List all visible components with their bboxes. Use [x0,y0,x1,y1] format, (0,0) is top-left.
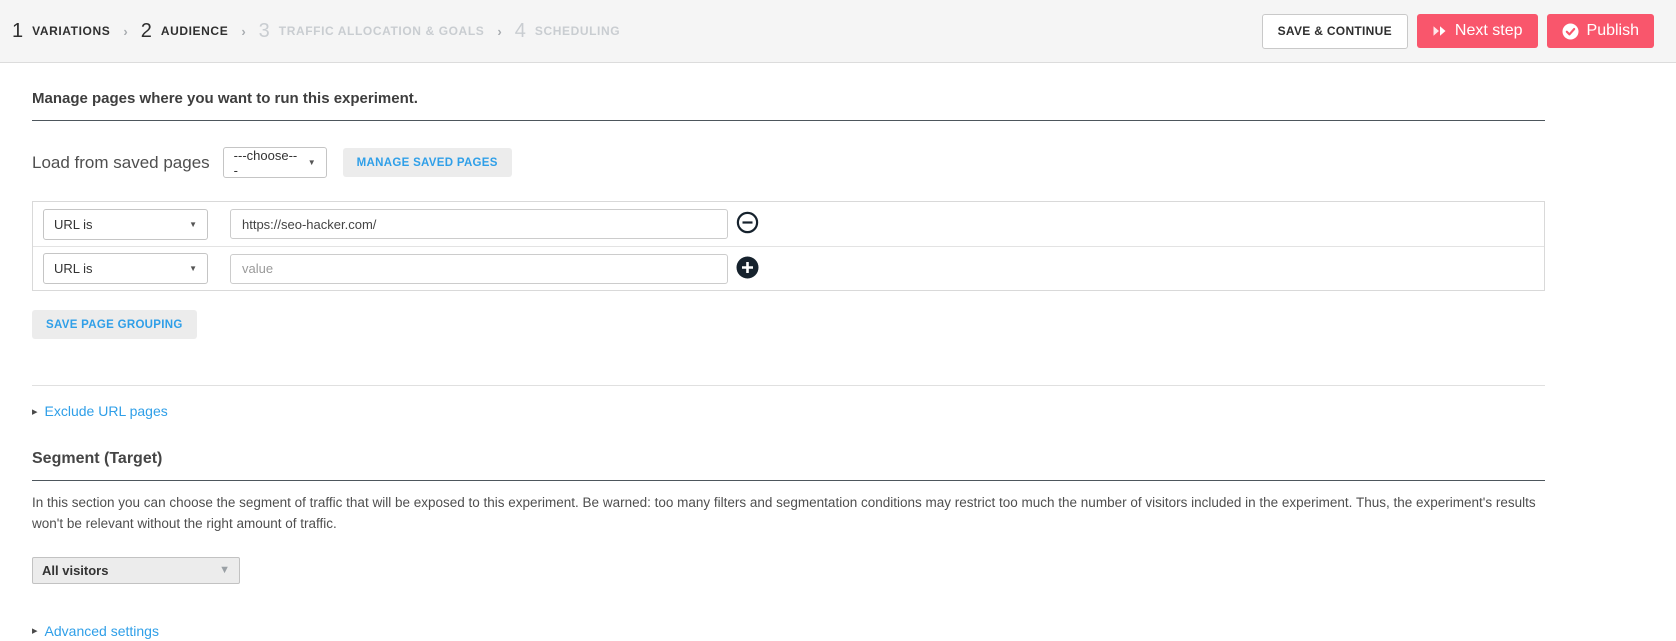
url-condition-row: URL is ▼ [33,246,1544,290]
manage-pages-heading: Manage pages where you want to run this … [32,63,1545,121]
exclude-url-pages-label: Exclude URL pages [44,403,168,419]
chevron-down-icon: ▼ [189,219,197,229]
audience-step-content: Manage pages where you want to run this … [32,63,1545,639]
url-condition-select[interactable]: URL is ▼ [43,253,208,284]
caret-right-icon: ▸ [32,625,38,637]
header-actions: SAVE & CONTINUE Next step Publish [1261,13,1654,49]
saved-pages-select[interactable]: ---choose--- ▼ [222,147,327,178]
step-separator: › [123,23,128,39]
step-label: AUDIENCE [160,24,229,38]
minus-circle-icon [736,211,759,237]
advanced-settings-link[interactable]: ▸ Advanced settings [32,623,159,639]
load-saved-pages-row: Load from saved pages ---choose--- ▼ MAN… [32,147,1545,178]
step-separator: › [497,23,502,39]
step-scheduling[interactable]: 4 SCHEDULING [515,20,620,43]
segment-target-heading: Segment (Target) [32,450,1545,481]
url-condition-select[interactable]: URL is ▼ [43,208,208,240]
segment-visitors-select[interactable]: All visitors ▼ [32,556,240,584]
segment-visitors-select-value: All visitors [42,562,109,578]
step-variations[interactable]: 1 VARIATIONS [12,20,110,43]
fast-forward-icon [1432,24,1447,38]
caret-right-icon: ▸ [32,405,38,418]
publish-button[interactable]: Publish [1546,14,1654,48]
step-number: 3 [258,19,270,42]
next-step-label: Next step [1454,22,1523,39]
save-continue-button[interactable]: SAVE & CONTINUE [1261,13,1408,49]
url-condition-select-value: URL is [54,261,93,276]
load-saved-pages-label: Load from saved pages [32,152,210,172]
add-row-button[interactable] [736,256,759,282]
step-label: SCHEDULING [534,24,621,38]
chevron-down-icon: ▼ [307,158,316,167]
url-value-input[interactable] [230,209,728,239]
publish-label: Publish [1586,22,1639,39]
step-number: 4 [514,19,526,42]
step-audience[interactable]: 2 AUDIENCE [141,20,229,43]
url-condition-row: URL is ▼ [33,202,1544,246]
publish-check-icon [1562,23,1579,40]
advanced-settings-label: Advanced settings [44,622,159,639]
step-label: VARIATIONS [32,24,111,38]
url-value-input[interactable] [230,253,728,284]
segment-description: In this section you can choose the segme… [32,494,1536,531]
step-number: 2 [140,19,152,42]
step-number: 1 [12,19,24,42]
step-label: TRAFFIC ALLOCATION & GOALS [278,24,485,38]
step-traffic-allocation-goals[interactable]: 3 TRAFFIC ALLOCATION & GOALS [259,20,485,43]
wizard-steps: 1 VARIATIONS › 2 AUDIENCE › 3 TRAFFIC AL… [12,20,620,43]
chevron-down-icon: ▼ [189,264,197,273]
chevron-down-icon: ▼ [219,564,230,576]
remove-row-button[interactable] [736,211,759,237]
step-separator: › [241,23,246,39]
url-condition-select-value: URL is [54,216,93,232]
next-step-button[interactable]: Next step [1416,14,1538,48]
wizard-header: 1 VARIATIONS › 2 AUDIENCE › 3 TRAFFIC AL… [0,0,1676,63]
save-page-grouping-button[interactable]: SAVE PAGE GROUPING [32,310,197,339]
exclude-url-pages-link[interactable]: ▸ Exclude URL pages [32,403,168,419]
plus-circle-icon [736,256,759,282]
manage-saved-pages-button[interactable]: MANAGE SAVED PAGES [342,148,512,177]
section-divider [32,385,1545,386]
saved-pages-select-value: ---choose--- [233,147,298,178]
url-conditions-group: URL is ▼ URL is ▼ [32,201,1545,291]
